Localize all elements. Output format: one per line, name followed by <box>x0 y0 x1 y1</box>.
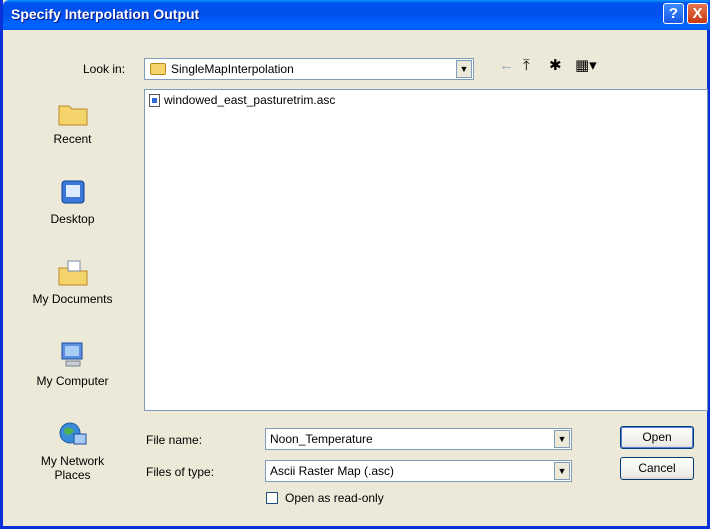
filetype-dropdown[interactable]: Ascii Raster Map (.asc) ▼ <box>265 460 572 482</box>
recent-folder-icon <box>58 105 87 126</box>
desktop-icon <box>61 180 84 204</box>
filename-value: Noon_Temperature <box>270 432 373 446</box>
open-button[interactable]: Open <box>620 426 694 449</box>
place-recent-label: Recent <box>53 132 92 146</box>
dialog-window: Specify Interpolation Output ? X Look in… <box>0 0 710 529</box>
help-button[interactable]: ? <box>663 3 684 24</box>
place-my-network-label: My Network Places <box>40 454 105 482</box>
close-button[interactable]: X <box>687 3 708 24</box>
places-bar: Recent Desktop My Documents My Computer <box>11 88 134 514</box>
chevron-down-icon[interactable]: ▼ <box>554 462 570 480</box>
file-list[interactable]: windowed_east_pasturetrim.asc <box>144 89 708 411</box>
filetype-label: Files of type: <box>146 465 215 479</box>
place-recent[interactable]: Recent <box>11 98 134 146</box>
place-my-documents-label: My Documents <box>32 292 113 306</box>
readonly-label: Open as read-only <box>285 491 384 505</box>
place-my-computer-label: My Computer <box>36 374 109 388</box>
place-my-network[interactable]: My Network Places <box>11 420 134 482</box>
place-my-computer[interactable]: My Computer <box>11 340 134 388</box>
place-desktop-label: Desktop <box>50 212 95 226</box>
back-icon[interactable]: ← <box>499 58 514 74</box>
readonly-checkbox[interactable] <box>266 492 278 504</box>
list-item[interactable]: windowed_east_pasturetrim.asc <box>149 93 335 107</box>
new-folder-icon[interactable]: ✱ <box>549 58 562 74</box>
my-network-places-icon <box>59 422 86 445</box>
lookin-dropdown[interactable]: SingleMapInterpolation ▼ <box>144 58 474 80</box>
my-documents-icon <box>58 260 87 286</box>
filename-label: File name: <box>146 433 203 447</box>
chevron-down-icon[interactable]: ▼ <box>554 430 570 448</box>
place-desktop[interactable]: Desktop <box>11 178 134 226</box>
up-folder-icon[interactable]: ⤒ <box>523 58 530 74</box>
chevron-down-icon[interactable]: ▼ <box>456 60 472 78</box>
window-title: Specify Interpolation Output <box>11 6 200 22</box>
lookin-label: Look in: <box>83 62 126 76</box>
file-name: windowed_east_pasturetrim.asc <box>164 93 336 107</box>
filename-input[interactable]: Noon_Temperature ▼ <box>265 428 572 450</box>
title-bar[interactable]: Specify Interpolation Output ? X <box>3 0 710 30</box>
views-menu-icon[interactable]: ▦▾ <box>575 58 597 74</box>
place-my-documents[interactable]: My Documents <box>11 258 134 306</box>
my-computer-icon <box>61 342 82 367</box>
lookin-value: SingleMapInterpolation <box>171 62 294 76</box>
cancel-button[interactable]: Cancel <box>620 457 694 480</box>
filetype-value: Ascii Raster Map (.asc) <box>270 464 395 478</box>
file-icon <box>149 93 160 107</box>
folder-icon <box>150 63 166 75</box>
